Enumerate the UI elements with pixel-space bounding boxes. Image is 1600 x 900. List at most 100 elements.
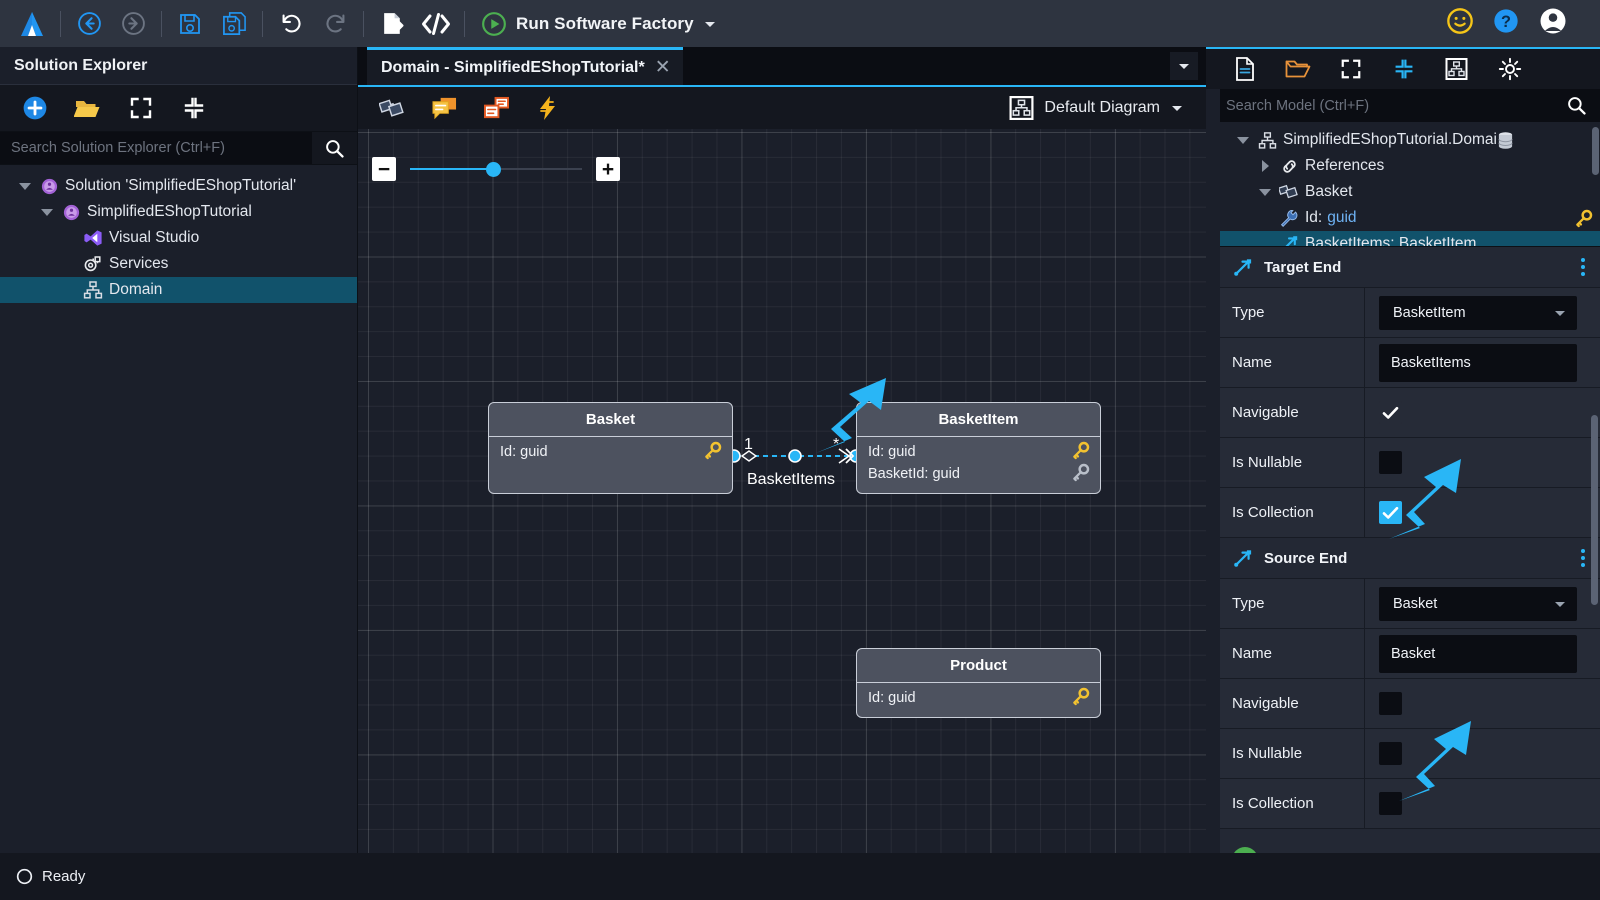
entity-basket[interactable]: Basket Id: guid — [488, 402, 733, 494]
target-multiplicity-label: * — [833, 436, 840, 453]
is-nullable-checkbox[interactable] — [1379, 742, 1402, 765]
visual-studio-icon — [80, 228, 106, 248]
property-row-navigable: Navigable — [1220, 388, 1600, 438]
model-tree-item-label: SimplifiedEShopTutorial.Domai — [1283, 131, 1497, 148]
expander-chevron-down-icon[interactable] — [36, 208, 58, 216]
close-icon[interactable]: ✕ — [655, 58, 671, 77]
tab-overflow-button[interactable] — [1170, 52, 1198, 80]
expand-icon — [1341, 59, 1360, 79]
new-file-button[interactable] — [1218, 48, 1271, 90]
zoom-in-button[interactable]: + — [596, 157, 620, 181]
back-button[interactable] — [67, 0, 111, 47]
name-input[interactable] — [1379, 634, 1577, 673]
expander-chevron-down-icon[interactable] — [14, 182, 36, 190]
settings-button[interactable] — [1483, 48, 1536, 90]
export-button[interactable] — [370, 0, 414, 47]
expander-chevron-down-icon[interactable] — [1254, 188, 1276, 196]
forward-button[interactable] — [111, 0, 155, 47]
undo-button[interactable] — [269, 0, 313, 47]
relation-arrow-icon — [1232, 257, 1253, 278]
type-select[interactable]: BasketItem — [1379, 295, 1577, 330]
save-button[interactable] — [168, 0, 212, 47]
folder-open-icon — [1285, 60, 1310, 78]
expand-all-button[interactable] — [1324, 48, 1377, 90]
model-tree-scrollbar[interactable] — [1592, 127, 1599, 175]
model-explorer-search[interactable] — [1220, 89, 1600, 122]
redo-button[interactable] — [313, 0, 357, 47]
kebab-menu-icon[interactable] — [1578, 546, 1588, 570]
model-tree-item-references[interactable]: References — [1220, 153, 1600, 179]
name-input[interactable] — [1379, 343, 1577, 382]
expand-all-button[interactable] — [114, 85, 167, 132]
tree-item-project[interactable]: SimplifiedEShopTutorial — [0, 199, 357, 225]
tree-item-services[interactable]: Services — [0, 251, 357, 277]
type-select[interactable]: Basket — [1379, 586, 1577, 621]
link-icon — [1276, 157, 1302, 176]
tree-item-domain[interactable]: Domain — [0, 277, 357, 303]
add-new-button[interactable] — [8, 85, 61, 132]
kebab-menu-icon[interactable] — [1578, 255, 1588, 279]
run-software-factory-button[interactable]: Run Software Factory — [471, 0, 725, 47]
lightning-button[interactable] — [522, 87, 574, 129]
search-input[interactable] — [0, 132, 312, 164]
properties-scrollbar[interactable] — [1591, 415, 1598, 605]
property-label: Is Nullable — [1220, 729, 1365, 778]
model-tree-item-label: Basket — [1305, 183, 1353, 200]
member-label: BasketId: guid — [868, 466, 960, 482]
is-collection-checkbox[interactable] — [1379, 501, 1402, 524]
diagram-button[interactable] — [1430, 48, 1483, 90]
search-button[interactable] — [1552, 89, 1600, 122]
diagram-selector[interactable]: Default Diagram — [1001, 87, 1206, 129]
save-all-button[interactable] — [212, 0, 256, 47]
property-row-type: Type Basket — [1220, 579, 1600, 629]
model-tree-item-label: Id: — [1305, 209, 1323, 226]
search-button[interactable] — [312, 132, 357, 164]
relation-button[interactable] — [470, 87, 522, 129]
entity-member-row[interactable]: Id: guid — [489, 441, 732, 463]
diagram-canvas[interactable]: − + 1 * BasketItems Basket Id: guid Bask… — [358, 129, 1206, 853]
type-select-value: BasketItem — [1393, 304, 1466, 321]
account-button[interactable] — [1538, 6, 1568, 41]
entity-member-row[interactable]: Id: guid — [857, 687, 1100, 709]
new-entity-button[interactable] — [366, 87, 418, 129]
collapse-all-button[interactable] — [1377, 48, 1430, 90]
property-row-is-nullable: Is Nullable — [1220, 729, 1600, 779]
zoom-out-button[interactable]: − — [372, 157, 396, 181]
toolbar-divider — [161, 10, 162, 37]
solution-explorer-title: Solution Explorer — [0, 47, 357, 85]
navigable-checkbox[interactable] — [1379, 692, 1402, 715]
tab-domain[interactable]: Domain - SimplifiedEShopTutorial* ✕ — [367, 47, 683, 85]
relation-icon — [483, 96, 509, 118]
folder-open-icon — [73, 101, 99, 117]
model-tree-item-basketitems[interactable]: BasketItems: BasketItem… — [1220, 231, 1600, 246]
search-input[interactable] — [1220, 89, 1552, 122]
tree-item-visual-studio[interactable]: Visual Studio — [0, 225, 357, 251]
model-tree-item-id[interactable]: Id: guid — [1220, 205, 1600, 231]
is-collection-checkbox[interactable] — [1379, 792, 1402, 815]
entity-product[interactable]: Product Id: guid — [856, 648, 1101, 718]
open-folder-button[interactable] — [1271, 48, 1324, 90]
model-tree-item-basket[interactable]: Basket — [1220, 179, 1600, 205]
tree-item-label: Solution 'SimplifiedEShopTutorial' — [65, 177, 297, 194]
navigable-checkbox[interactable] — [1379, 401, 1402, 424]
entity-basketitem[interactable]: BasketItem Id: guid BasketId: guid — [856, 402, 1101, 494]
expander-chevron-right-icon[interactable] — [1254, 160, 1276, 172]
open-folder-button[interactable] — [61, 85, 114, 132]
is-nullable-checkbox[interactable] — [1379, 451, 1402, 474]
lightning-icon — [540, 96, 555, 120]
solution-explorer-search[interactable] — [0, 132, 357, 165]
feedback-button[interactable] — [1446, 7, 1474, 40]
zoom-slider-thumb[interactable] — [486, 162, 501, 177]
editor-area: Domain - SimplifiedEShopTutorial* ✕ Defa… — [358, 47, 1206, 853]
help-button[interactable]: ? — [1492, 7, 1520, 40]
entity-member-row[interactable]: Id: guid — [857, 441, 1100, 463]
zoom-slider[interactable] — [410, 157, 582, 181]
expander-chevron-down-icon[interactable] — [1232, 136, 1254, 144]
code-brackets-button[interactable] — [414, 0, 458, 47]
tree-item-solution[interactable]: Solution 'SimplifiedEShopTutorial' — [0, 173, 357, 199]
model-tree-item-domain[interactable]: SimplifiedEShopTutorial.Domai — [1220, 127, 1600, 153]
entity-member-row[interactable]: BasketId: guid — [857, 463, 1100, 485]
collapse-all-button[interactable] — [167, 85, 220, 132]
section-title: Source End — [1264, 549, 1348, 567]
comment-button[interactable] — [418, 87, 470, 129]
